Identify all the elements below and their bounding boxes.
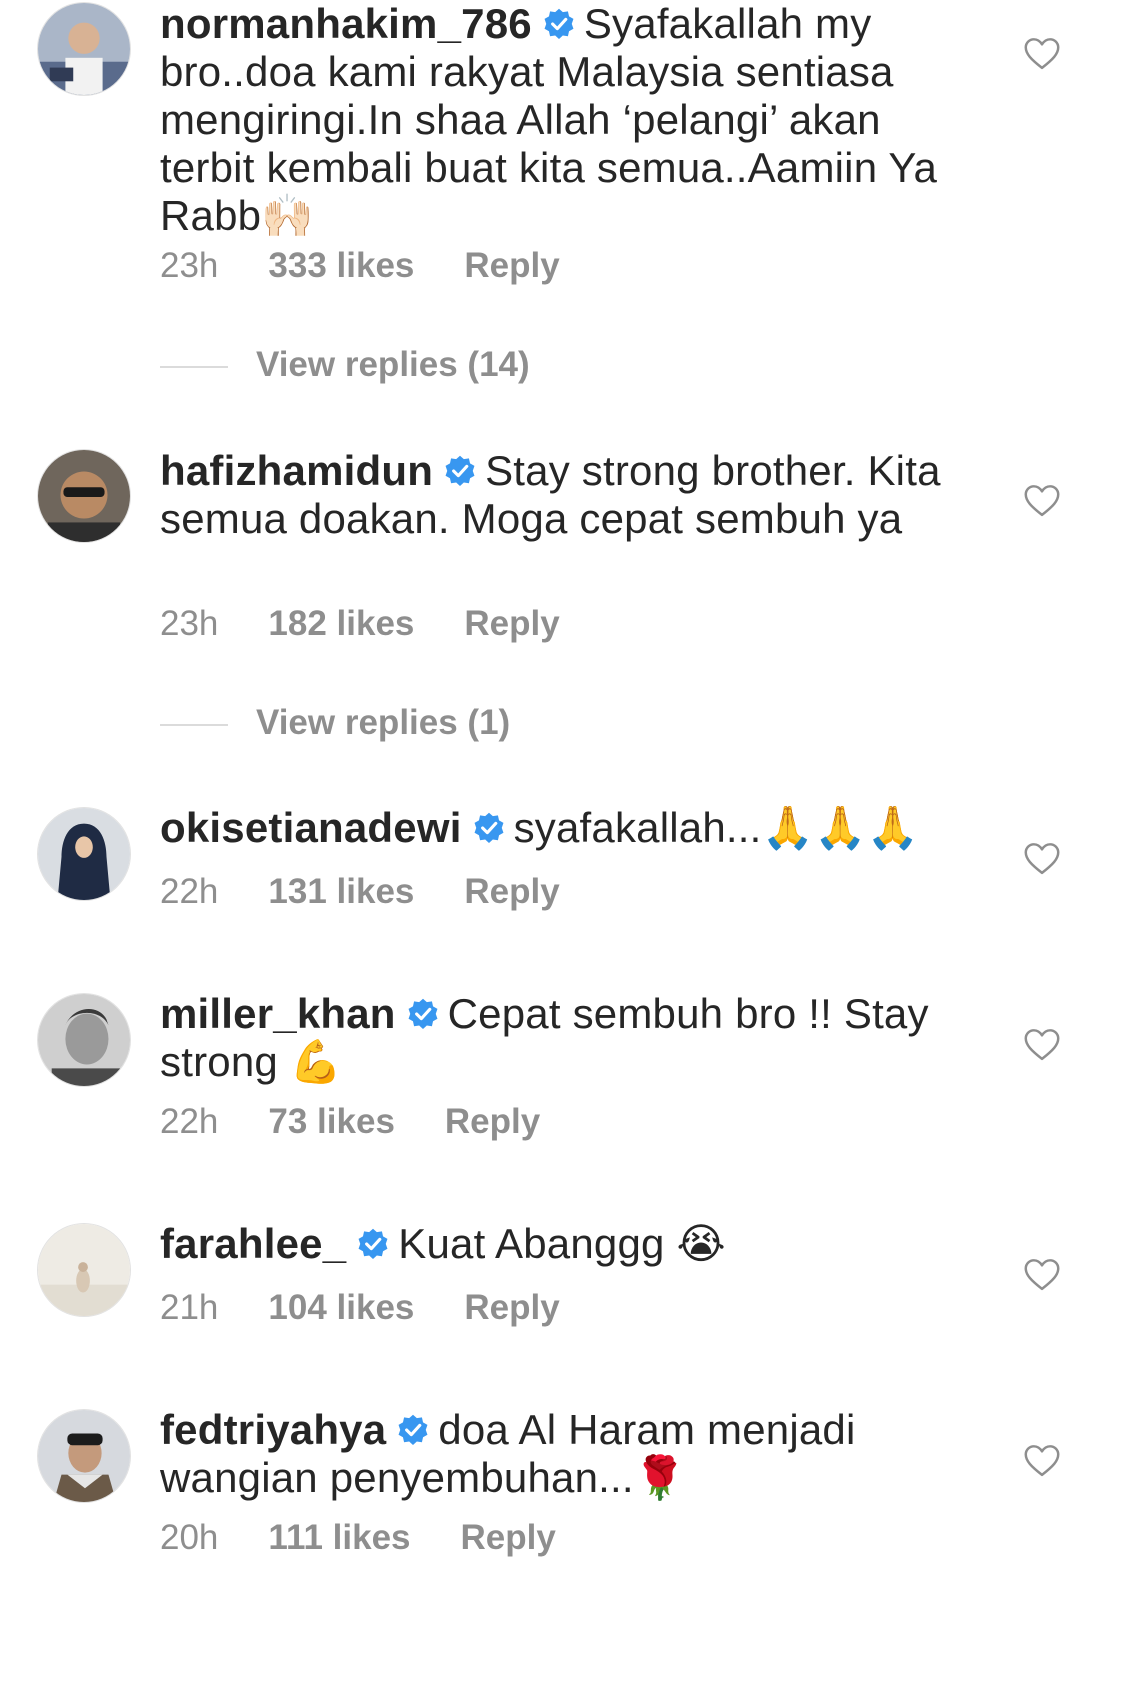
verified-badge-icon <box>542 7 576 41</box>
heart-icon[interactable] <box>1023 484 1061 518</box>
comment-body: Kuat Abanggg <box>398 1220 665 1267</box>
comment-text: miller_khan Cepat sembuh bro !! Stay stro… <box>160 990 960 1086</box>
heart-icon[interactable] <box>1023 37 1061 71</box>
verified-badge-icon <box>406 997 440 1031</box>
view-replies-button[interactable]: View replies (14) <box>160 345 530 385</box>
comment-body: syafakallah... <box>513 804 762 851</box>
comment-emoji: 🙏🙏🙏 <box>761 803 920 852</box>
reply-button[interactable]: Reply <box>464 872 559 912</box>
comment-time: 21h <box>160 1288 219 1327</box>
avatar[interactable] <box>37 449 131 543</box>
verified-badge-icon <box>472 811 506 845</box>
avatar[interactable] <box>37 807 131 901</box>
reply-button[interactable]: Reply <box>464 1288 559 1328</box>
avatar[interactable] <box>37 993 131 1087</box>
avatar[interactable] <box>37 1223 131 1317</box>
comment-emoji: 🌹 <box>633 1453 687 1502</box>
view-replies-label: View replies (14) <box>256 345 530 384</box>
view-replies-label: View replies (1) <box>256 703 511 742</box>
comment-meta: 20h 111 likes Reply <box>160 1518 556 1558</box>
heart-icon[interactable] <box>1023 1444 1061 1478</box>
view-replies-button[interactable]: View replies (1) <box>160 703 510 743</box>
avatar[interactable] <box>37 2 131 96</box>
divider-line <box>160 723 228 726</box>
comment-emoji: 💪 <box>289 1037 343 1086</box>
likes-count-link[interactable]: 131 likes <box>268 872 414 912</box>
comment-text: farahlee_ Kuat Abanggg 😭 <box>160 1220 960 1268</box>
comment-text: fedtriyahya doa Al Haram menjadi wangian … <box>160 1406 960 1502</box>
heart-icon[interactable] <box>1023 842 1061 876</box>
comment-text: hafizhamidun Stay strong brother. Kita se… <box>160 447 960 543</box>
comment-username[interactable]: okisetianadewi <box>160 804 462 851</box>
comment-username[interactable]: hafizhamidun <box>160 447 433 494</box>
comment-time: 22h <box>160 1102 219 1141</box>
comment-meta: 23h 182 likes Reply <box>160 604 560 644</box>
comment-time: 23h <box>160 246 219 285</box>
reply-button[interactable]: Reply <box>461 1518 556 1558</box>
verified-badge-icon <box>443 454 477 488</box>
comment-username[interactable]: miller_khan <box>160 990 396 1037</box>
comment-emoji: 🙌🏻 <box>261 191 314 240</box>
comment-text: okisetianadewi syafakallah...🙏🙏🙏 <box>160 804 960 852</box>
divider-line <box>160 365 228 368</box>
likes-count-link[interactable]: 111 likes <box>268 1518 410 1558</box>
likes-count-link[interactable]: 73 likes <box>268 1102 395 1142</box>
comment-meta: 23h 333 likes Reply <box>160 246 560 286</box>
comment-username[interactable]: fedtriyahya <box>160 1406 386 1453</box>
comment-text: normanhakim_786 Syafakallah my bro..doa k… <box>160 0 960 240</box>
verified-badge-icon <box>396 1413 430 1447</box>
reply-button[interactable]: Reply <box>464 604 559 644</box>
comment-time: 23h <box>160 604 219 643</box>
comment-username[interactable]: normanhakim_786 <box>160 0 532 47</box>
verified-badge-icon <box>356 1227 390 1261</box>
reply-button[interactable]: Reply <box>445 1102 540 1142</box>
likes-count-link[interactable]: 104 likes <box>268 1288 414 1328</box>
comment-meta: 21h 104 likes Reply <box>160 1288 560 1328</box>
reply-button[interactable]: Reply <box>464 246 559 286</box>
likes-count-link[interactable]: 182 likes <box>268 604 414 644</box>
comment-time: 20h <box>160 1518 219 1557</box>
comment-time: 22h <box>160 872 219 911</box>
comment-emoji: 😭 <box>676 1219 726 1268</box>
comment-meta: 22h 131 likes Reply <box>160 872 560 912</box>
comment-meta: 22h 73 likes Reply <box>160 1102 540 1142</box>
comment-username[interactable]: farahlee_ <box>160 1220 346 1267</box>
heart-icon[interactable] <box>1023 1028 1061 1062</box>
avatar[interactable] <box>37 1409 131 1503</box>
heart-icon[interactable] <box>1023 1258 1061 1292</box>
likes-count-link[interactable]: 333 likes <box>268 246 414 286</box>
